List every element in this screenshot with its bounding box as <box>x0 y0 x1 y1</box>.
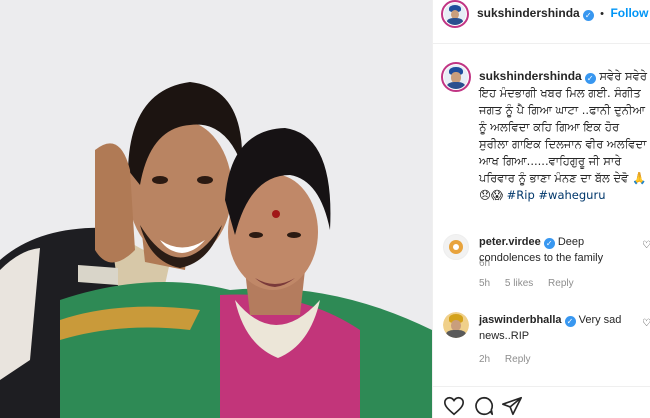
comment-reply[interactable]: Reply <box>505 354 531 365</box>
share-icon[interactable] <box>501 395 523 417</box>
comment-meta: 5h 5 likes Reply <box>479 278 586 289</box>
post-photo[interactable] <box>0 0 432 418</box>
caption-avatar[interactable] <box>441 62 471 92</box>
verified-icon: ✓ <box>564 316 576 327</box>
post-side-panel: sukshindershinda ✓ • Follow sukshindershi… <box>432 0 650 418</box>
comment-meta: 2h Reply <box>479 354 542 365</box>
commenter-avatar[interactable] <box>443 234 469 260</box>
comment-like-icon[interactable]: ♡ <box>642 240 650 251</box>
comment-time: 2h <box>479 354 491 365</box>
hashtag-rip[interactable]: #Rip <box>507 188 535 202</box>
follow-button[interactable]: Follow <box>610 6 648 20</box>
author-avatar[interactable] <box>441 0 469 28</box>
comment-icon[interactable] <box>473 395 495 417</box>
verified-icon: ✓ <box>582 10 594 21</box>
header-separator: • <box>600 8 605 20</box>
verified-icon: ✓ <box>543 238 555 249</box>
caption-text: sukshindershinda ✓ ਸਵੇਰੇ ਸਵੇਰੇ ਇਹ ਮੰਦਭਾਗੀ… <box>479 68 647 204</box>
post-header: sukshindershinda ✓ • Follow <box>433 0 650 44</box>
comment-username[interactable]: peter.virdee <box>479 236 541 248</box>
comment-likes[interactable]: 5 likes <box>505 278 533 289</box>
heart-icon[interactable] <box>443 395 465 417</box>
comment-username[interactable]: jaswinderbhalla <box>479 314 562 326</box>
comment-like-icon[interactable]: ♡ <box>642 318 650 329</box>
commenter-avatar[interactable] <box>443 312 469 338</box>
verified-icon: ✓ <box>584 73 596 84</box>
caption-username[interactable]: sukshindershinda <box>479 69 582 83</box>
caption-body: ਸਵੇਰੇ ਸਵੇਰੇ ਇਹ ਮੰਦਭਾਗੀ ਖਬਰ ਮਿਲ ਗਈ. ਸੰਗੀਤ… <box>479 69 647 202</box>
comment-time: 5h <box>479 278 491 289</box>
author-username[interactable]: sukshindershinda <box>477 6 580 20</box>
hashtag-waheguru[interactable]: #waheguru <box>538 188 605 202</box>
post-actions <box>433 386 650 418</box>
comment-text: jaswinderbhalla ✓ Very sad news..RIP <box>479 312 639 344</box>
post-photo-image <box>0 0 432 418</box>
comment-text: peter.virdee ✓ Deep condolences to the fa… <box>479 234 639 266</box>
comment-reply[interactable]: Reply <box>548 278 574 289</box>
